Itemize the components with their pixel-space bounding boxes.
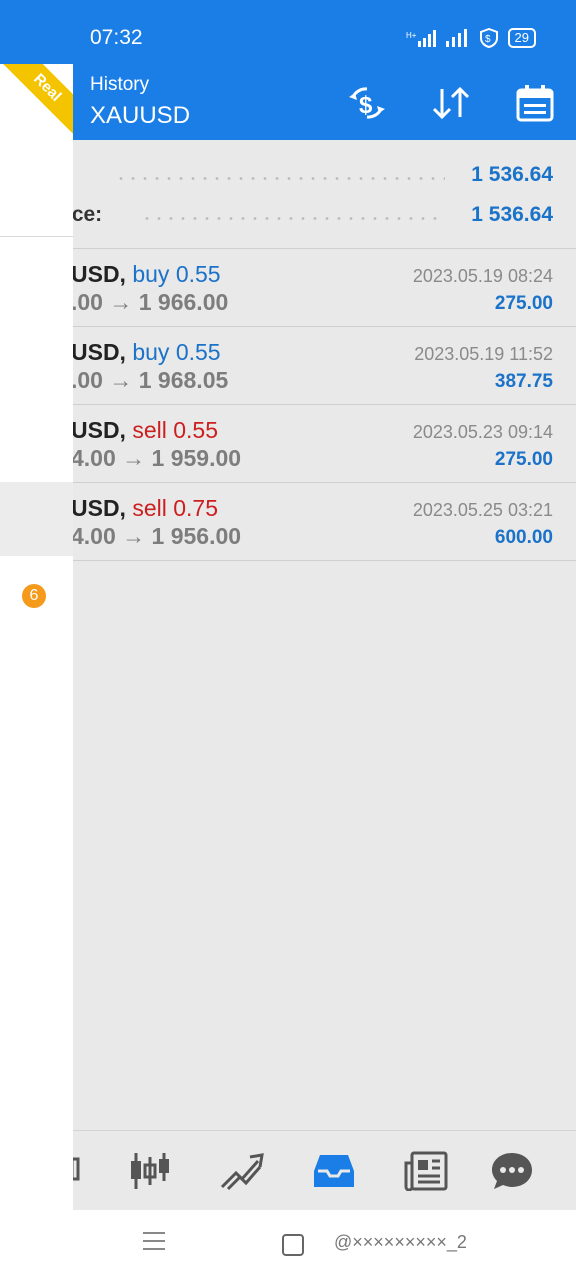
dotted-leader (141, 217, 445, 220)
svg-text:$: $ (485, 34, 491, 45)
trade-prices: 4.00 → 1 959.00 (71, 445, 242, 471)
system-navigation-bar: @×××××××××_2 (0, 1210, 576, 1280)
signal-icon (445, 29, 467, 47)
history-inbox-icon[interactable] (312, 1149, 356, 1193)
trade-symbol: USD, buy 0.55 (71, 261, 221, 287)
side-drawer[interactable]: Real 6 (0, 64, 73, 1210)
chart-candles-icon[interactable] (128, 1149, 172, 1193)
table-row[interactable]: USD, buy 0.55 .00 → 1 968.05 2023.05.19 … (71, 326, 576, 404)
trade-symbol: USD, sell 0.55 (71, 417, 219, 443)
dotted-leader (115, 177, 445, 180)
battery-icon: 29 (507, 28, 536, 48)
trade-date: 2023.05.19 08:24 (412, 266, 553, 286)
summary-value: 1 536.64 (471, 163, 553, 186)
status-bar: 07:32 H+ $ 29 (0, 0, 576, 64)
vpn-shield-icon: $ (479, 28, 498, 48)
watermark-text: @×××××××××_2 (334, 1232, 467, 1252)
trade-profit: 600.00 (494, 527, 553, 548)
deposit-withdrawal-icon[interactable]: $ (344, 80, 390, 126)
summary-row-profit: t: 1 536.64 (59, 153, 576, 193)
drawer-divider (0, 236, 73, 237)
home-button[interactable] (282, 1234, 304, 1256)
trade-symbol: USD, sell 0.75 (71, 495, 219, 521)
real-account-ribbon: Real (0, 64, 73, 151)
sort-icon[interactable] (428, 80, 474, 126)
chat-icon[interactable] (490, 1149, 534, 1193)
summary-value: 1 536.64 (471, 203, 553, 226)
trade-date: 2023.05.23 09:14 (412, 422, 553, 442)
svg-text:$: $ (359, 92, 373, 119)
table-row[interactable]: USD, buy 0.55 .00 → 1 966.00 2023.05.19 … (71, 248, 576, 326)
trade-date: 2023.05.25 03:21 (412, 500, 553, 520)
status-icons: H+ $ 29 (406, 28, 536, 48)
calendar-icon[interactable] (512, 80, 558, 126)
trade-symbol: USD, buy 0.55 (71, 339, 221, 365)
trade-profit: 275.00 (494, 449, 553, 470)
trade-side: buy 0.55 (132, 261, 221, 287)
trade-icon[interactable] (220, 1149, 264, 1193)
recent-apps-button[interactable] (143, 1232, 165, 1256)
news-icon[interactable] (404, 1149, 448, 1193)
trade-side: sell 0.55 (132, 417, 219, 443)
trade-side: sell 0.75 (132, 495, 219, 521)
header-title[interactable]: XAUUSD (90, 102, 190, 130)
bottom-nav (0, 1130, 576, 1211)
drawer-selected-item[interactable] (0, 482, 73, 556)
trade-history-list: USD, buy 0.55 .00 → 1 966.00 2023.05.19 … (71, 248, 576, 561)
notification-badge: 6 (22, 584, 46, 608)
trade-prices: .00 → 1 968.05 (71, 367, 229, 393)
trade-profit: 387.75 (494, 371, 553, 392)
table-row[interactable]: USD, sell 0.75 4.00 → 1 956.00 2023.05.2… (71, 482, 576, 561)
trade-profit: 275.00 (494, 293, 553, 314)
summary-row-balance: nce: 1 536.64 (59, 193, 576, 233)
table-row[interactable]: USD, sell 0.55 4.00 → 1 959.00 2023.05.2… (71, 404, 576, 482)
summary-panel: t: 1 536.64 nce: 1 536.64 (59, 140, 576, 248)
app-bar: History XAUUSD $ (0, 64, 576, 140)
trade-prices: .00 → 1 966.00 (71, 289, 229, 315)
hd-signal-icon: H+ (406, 30, 436, 47)
svg-text:H+: H+ (406, 31, 417, 40)
trade-side: buy 0.55 (132, 339, 221, 365)
header-subtitle: History (90, 74, 150, 95)
trade-prices: 4.00 → 1 956.00 (71, 523, 242, 549)
status-time: 07:32 (90, 26, 143, 49)
trade-date: 2023.05.19 11:52 (414, 344, 553, 364)
